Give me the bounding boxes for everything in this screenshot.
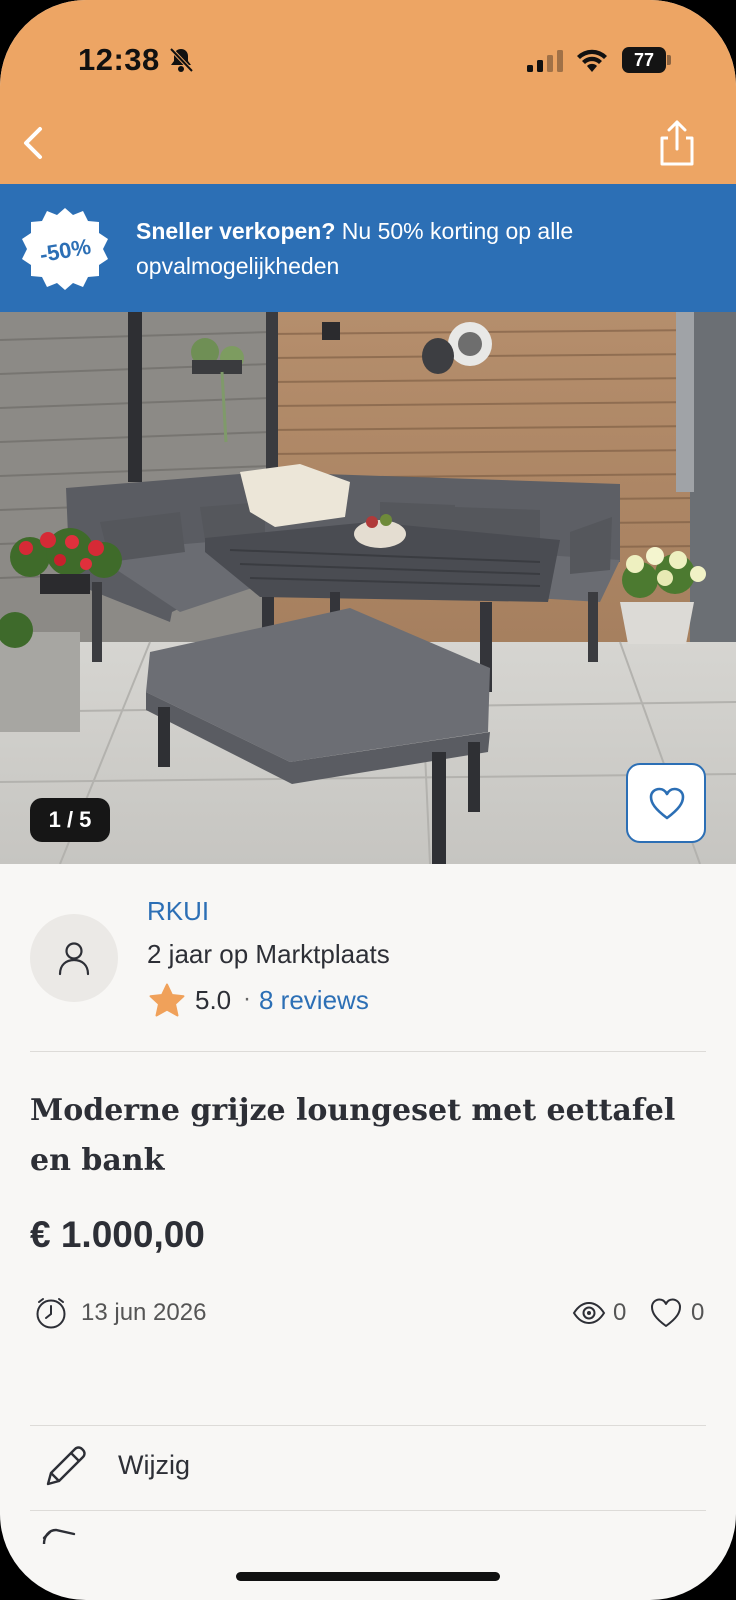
eye-icon [572, 1301, 606, 1325]
heart-icon [651, 1298, 681, 1327]
discount-badge: -50% [22, 208, 108, 290]
app-header: 12:38 77 [0, 0, 736, 184]
bell-muted-icon [169, 47, 194, 73]
home-indicator[interactable] [236, 1572, 500, 1581]
favorites-count: 0 [691, 1299, 705, 1326]
rating-score: 5.0 [195, 985, 232, 1015]
phone-screen: 12:38 77 -50% Sneller verkopen? Nu 50% k… [0, 0, 736, 1600]
reviews-link[interactable]: 8 reviews [259, 985, 369, 1016]
rating-separator: · [243, 985, 251, 1012]
divider [30, 1425, 706, 1426]
back-icon[interactable] [12, 118, 62, 168]
star-icon [149, 983, 185, 1017]
seller-since: 2 jaar op Marktplaats [147, 939, 390, 969]
promo-bold-text: Sneller verkopen? [136, 218, 336, 244]
signal-icon [527, 50, 563, 72]
heart-icon [649, 787, 685, 820]
clock-icon [36, 1298, 66, 1329]
listing-title: Moderne grijze loungeset met eettafel en… [30, 1093, 676, 1178]
seller-name[interactable]: RKUI [147, 896, 209, 927]
avatar[interactable] [30, 914, 118, 1002]
divider [30, 1051, 706, 1052]
wifi-icon [577, 49, 607, 72]
pencil-icon [46, 1446, 86, 1486]
partial-action-icon [42, 1528, 76, 1544]
promo-text: Sneller verkopen? Nu 50% korting op alle… [136, 214, 696, 284]
user-icon [58, 942, 90, 976]
listing-date: 13 jun 2026 [81, 1299, 207, 1326]
favorite-button[interactable] [626, 763, 706, 843]
edit-button[interactable]: Wijzig [30, 1428, 706, 1510]
status-time: 12:38 [78, 42, 160, 77]
battery-tip [667, 55, 671, 65]
battery-level: 77 [622, 47, 666, 73]
photo-counter: 1 / 5 [30, 798, 110, 842]
battery-icon: 77 [622, 47, 672, 73]
share-icon[interactable] [654, 118, 700, 168]
promo-banner[interactable]: -50% Sneller verkopen? Nu 50% korting op… [0, 184, 736, 312]
views-count: 0 [613, 1299, 627, 1326]
divider [30, 1510, 706, 1511]
listing-price: € 1.000,00 [30, 1214, 205, 1255]
edit-label: Wijzig [118, 1450, 190, 1480]
